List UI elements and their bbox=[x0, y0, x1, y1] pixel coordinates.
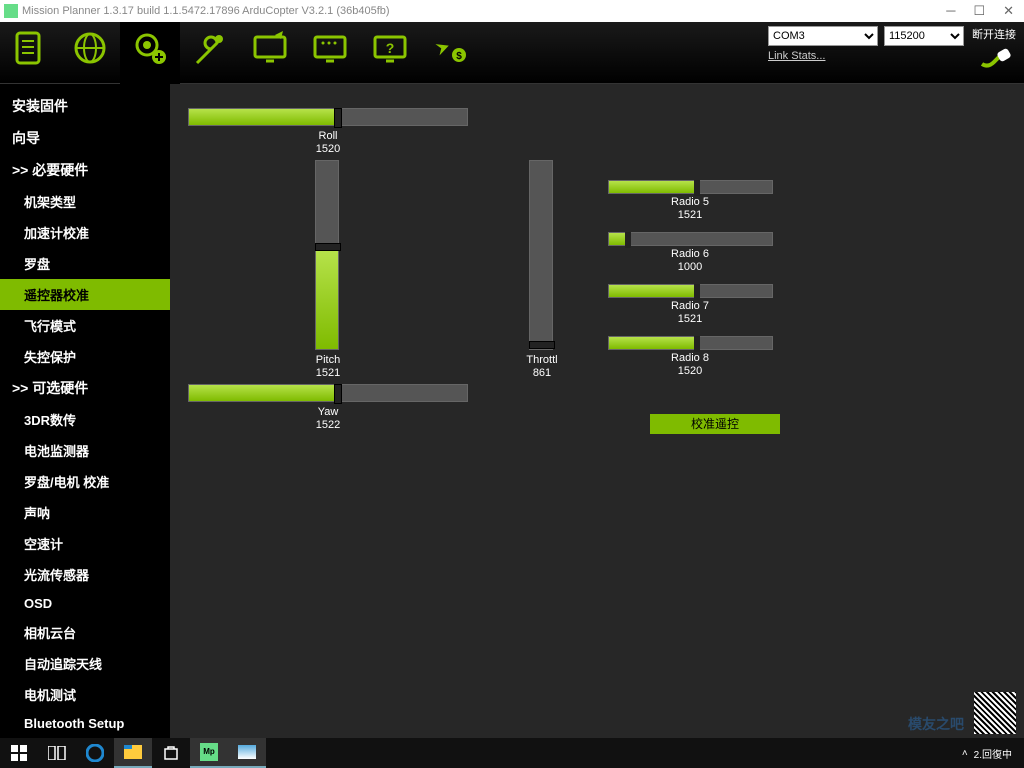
app-task-icon[interactable] bbox=[228, 738, 266, 768]
taskbar: Mp ˄ 2.回復中 bbox=[0, 738, 1024, 768]
sidebar-item-battery[interactable]: 电池监测器 bbox=[0, 435, 170, 466]
main-toolbar: 飞行数据 飞行计划 初始设置 配置/调试 模拟 终端 帮助 bbox=[0, 22, 1024, 84]
radio5-label: Radio 51521 bbox=[650, 196, 730, 222]
roll-label: Roll1520 bbox=[288, 130, 368, 156]
minimize-icon[interactable]: ─ bbox=[946, 3, 955, 19]
sidebar-item-flight-modes[interactable]: 飞行模式 bbox=[0, 310, 170, 341]
maximize-icon[interactable]: ☐ bbox=[973, 3, 985, 19]
sidebar-item-3dr[interactable]: 3DR数传 bbox=[0, 404, 170, 435]
sidebar-item-wizard[interactable]: 向导 bbox=[0, 122, 170, 154]
sidebar-item-bluetooth[interactable]: Bluetooth Setup bbox=[0, 710, 170, 737]
radio7-bar bbox=[608, 284, 773, 298]
task-view-icon[interactable] bbox=[38, 738, 76, 768]
sidebar-item-frame[interactable]: 机架类型 bbox=[0, 186, 170, 217]
throttle-bar bbox=[529, 160, 553, 350]
radio8-label: Radio 81520 bbox=[650, 352, 730, 378]
app-icon bbox=[4, 4, 18, 18]
edge-icon[interactable] bbox=[76, 738, 114, 768]
sidebar-item-compass-motor[interactable]: 罗盘/电机 校准 bbox=[0, 466, 170, 497]
help-icon: ? bbox=[370, 28, 410, 68]
pitch-label: Pitch1521 bbox=[288, 354, 368, 380]
nav-flight-data[interactable]: 飞行数据 bbox=[0, 22, 60, 84]
radio5-bar bbox=[608, 180, 773, 194]
link-stats-link[interactable]: Link Stats... bbox=[768, 50, 964, 62]
document-icon bbox=[10, 28, 50, 68]
sidebar-item-gimbal[interactable]: 相机云台 bbox=[0, 617, 170, 648]
mission-planner-task-icon[interactable]: Mp bbox=[190, 738, 228, 768]
yaw-bar bbox=[188, 384, 468, 402]
sidebar-item-osd[interactable]: OSD bbox=[0, 590, 170, 617]
globe-icon bbox=[70, 28, 110, 68]
terminal-icon bbox=[310, 28, 350, 68]
radio8-bar bbox=[608, 336, 773, 350]
radio7-label: Radio 71521 bbox=[650, 300, 730, 326]
com-port-select[interactable]: COM3 bbox=[768, 26, 878, 46]
explorer-icon[interactable] bbox=[114, 738, 152, 768]
plug-icon bbox=[980, 44, 1008, 68]
baud-select[interactable]: 115200 bbox=[884, 26, 964, 46]
nav-initial-setup[interactable]: 初始设置 bbox=[120, 22, 180, 84]
wrench-icon bbox=[190, 28, 230, 68]
nav-flight-plan[interactable]: 飞行计划 bbox=[60, 22, 120, 84]
store-icon[interactable] bbox=[152, 738, 190, 768]
radio6-label: Radio 61000 bbox=[650, 248, 730, 274]
sidebar-item-motor-test[interactable]: 电机测试 bbox=[0, 679, 170, 710]
nav-help[interactable]: 帮助 ? bbox=[360, 22, 420, 84]
sidebar-item-sonar[interactable]: 声呐 bbox=[0, 497, 170, 528]
nav-simulation[interactable]: 模拟 bbox=[240, 22, 300, 84]
monitor-plane-icon bbox=[250, 28, 290, 68]
sidebar-item-optflow[interactable]: 光流传感器 bbox=[0, 559, 170, 590]
sidebar-item-failsafe[interactable]: 失控保护 bbox=[0, 341, 170, 372]
sidebar-item-radio-cal[interactable]: 遥控器校准 bbox=[0, 279, 170, 310]
pitch-bar bbox=[315, 160, 339, 350]
throttle-label: Throttl861 bbox=[502, 354, 582, 380]
content-area: Roll1520 Pitch1521 Throttl861 Yaw1522 Ra… bbox=[170, 84, 1024, 738]
nav-config[interactable]: 配置/调试 bbox=[180, 22, 240, 84]
watermark: 模友之吧 bbox=[908, 714, 964, 734]
tray-chevron-icon[interactable]: ˄ bbox=[962, 748, 968, 759]
disconnect-button[interactable]: 断开连接 bbox=[972, 26, 1016, 68]
sidebar-item-accel[interactable]: 加速计校准 bbox=[0, 217, 170, 248]
start-button[interactable] bbox=[0, 738, 38, 768]
sidebar-item-antenna[interactable]: 自动追踪天线 bbox=[0, 648, 170, 679]
system-tray[interactable]: ˄ 2.回復中 bbox=[962, 746, 1024, 761]
yaw-label: Yaw1522 bbox=[288, 406, 368, 432]
tray-ime: 2.回復中 bbox=[974, 746, 1012, 761]
radio6-bar bbox=[608, 232, 773, 246]
sidebar-item-mandatory[interactable]: >> 必要硬件 bbox=[0, 154, 170, 186]
sidebar-item-compass[interactable]: 罗盘 bbox=[0, 248, 170, 279]
sidebar-item-optional[interactable]: >> 可选硬件 bbox=[0, 372, 170, 404]
roll-bar bbox=[188, 108, 468, 126]
gear-plus-icon bbox=[130, 28, 170, 68]
nav-donate[interactable]: 捐赠 $ bbox=[420, 22, 480, 84]
sidebar-item-firmware[interactable]: 安装固件 bbox=[0, 90, 170, 122]
close-icon[interactable]: ✕ bbox=[1003, 3, 1014, 19]
donate-icon: $ bbox=[430, 28, 470, 68]
sidebar-item-airspeed[interactable]: 空速计 bbox=[0, 528, 170, 559]
sidebar: 安装固件 向导 >> 必要硬件 机架类型 加速计校准 罗盘 遥控器校准 飞行模式… bbox=[0, 84, 170, 738]
nav-terminal[interactable]: 终端 bbox=[300, 22, 360, 84]
window-title: Mission Planner 1.3.17 build 1.1.5472.17… bbox=[22, 5, 390, 17]
svg-text:?: ? bbox=[386, 40, 395, 56]
svg-text:$: $ bbox=[456, 51, 462, 62]
window-titlebar: Mission Planner 1.3.17 build 1.1.5472.17… bbox=[0, 0, 1024, 22]
calibrate-button[interactable]: 校准遥控 bbox=[650, 414, 780, 434]
qr-code bbox=[974, 692, 1016, 734]
